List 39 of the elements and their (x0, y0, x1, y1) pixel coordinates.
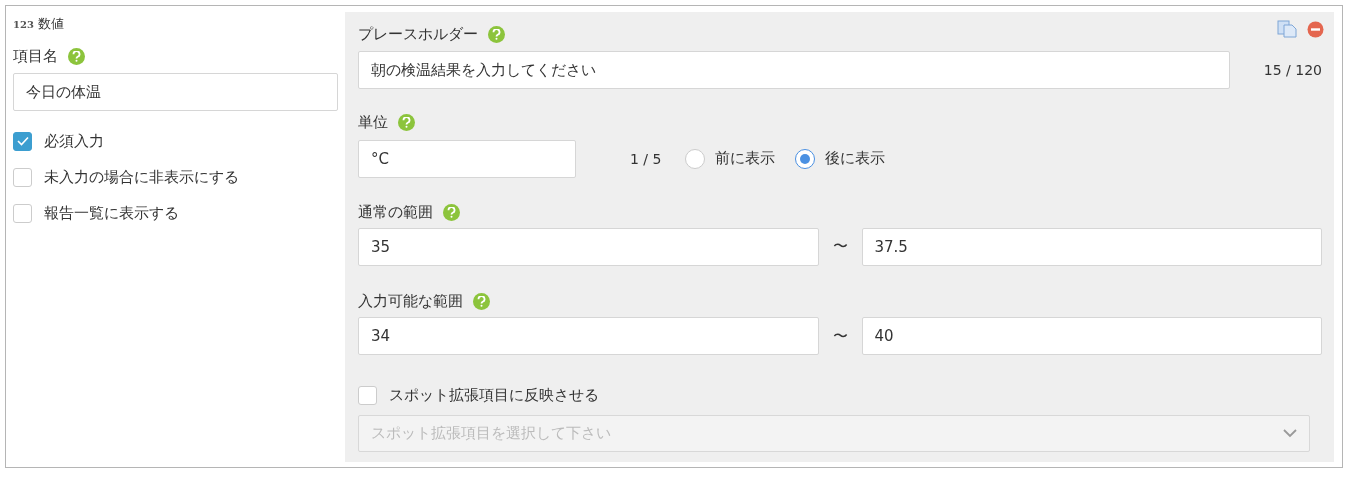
checkbox[interactable] (13, 167, 32, 187)
character-counter: 1 / 5 (630, 150, 662, 167)
check-icon (16, 136, 29, 146)
radio-label: 前に表示 (715, 149, 776, 168)
chevron-down-icon (1283, 429, 1297, 439)
radio-button[interactable] (795, 148, 816, 169)
help-icon[interactable] (473, 292, 490, 310)
checkbox-label: 未入力の場合に非表示にする (44, 167, 239, 187)
input-field[interactable]: 今日の体温 (13, 73, 338, 111)
checkbox-label: 報告一覧に表示する (44, 203, 179, 223)
help-icon[interactable] (68, 47, 85, 65)
checkbox-label: スポット拡張項目に反映させる (389, 386, 599, 406)
input-field[interactable]: °C (358, 139, 576, 178)
range-separator: 〜 (832, 237, 848, 257)
input-field[interactable]: 40 (861, 317, 1322, 355)
field-label: 項目名 (13, 46, 58, 66)
checkbox[interactable] (13, 131, 32, 151)
help-icon[interactable] (488, 26, 505, 44)
checkbox[interactable] (358, 386, 377, 406)
input-field[interactable]: 37.5 (861, 227, 1322, 266)
copy-icon[interactable] (1277, 20, 1297, 38)
input-field[interactable]: 35 (358, 227, 819, 266)
number-type-icon: 123 (13, 18, 34, 30)
field-label: 単位 (358, 113, 388, 133)
field-type-label: 数値 (37, 15, 64, 33)
radio-label: 後に表示 (825, 149, 886, 168)
input-field[interactable]: 朝の検温結果を入力してください (358, 51, 1230, 90)
checkbox-label: 必須入力 (44, 131, 104, 151)
character-counter: 15 / 120 (1263, 62, 1322, 79)
remove-icon[interactable] (1307, 20, 1324, 38)
help-icon[interactable] (398, 114, 415, 132)
input-field[interactable]: 34 (358, 317, 819, 355)
field-label: プレースホルダー (358, 25, 478, 45)
checkbox[interactable] (13, 203, 32, 223)
field-label: 入力可能な範囲 (358, 291, 463, 311)
field-label: 通常の範囲 (358, 202, 433, 222)
help-icon[interactable] (443, 203, 460, 221)
radio-button[interactable] (685, 148, 706, 169)
range-separator: 〜 (832, 326, 848, 346)
